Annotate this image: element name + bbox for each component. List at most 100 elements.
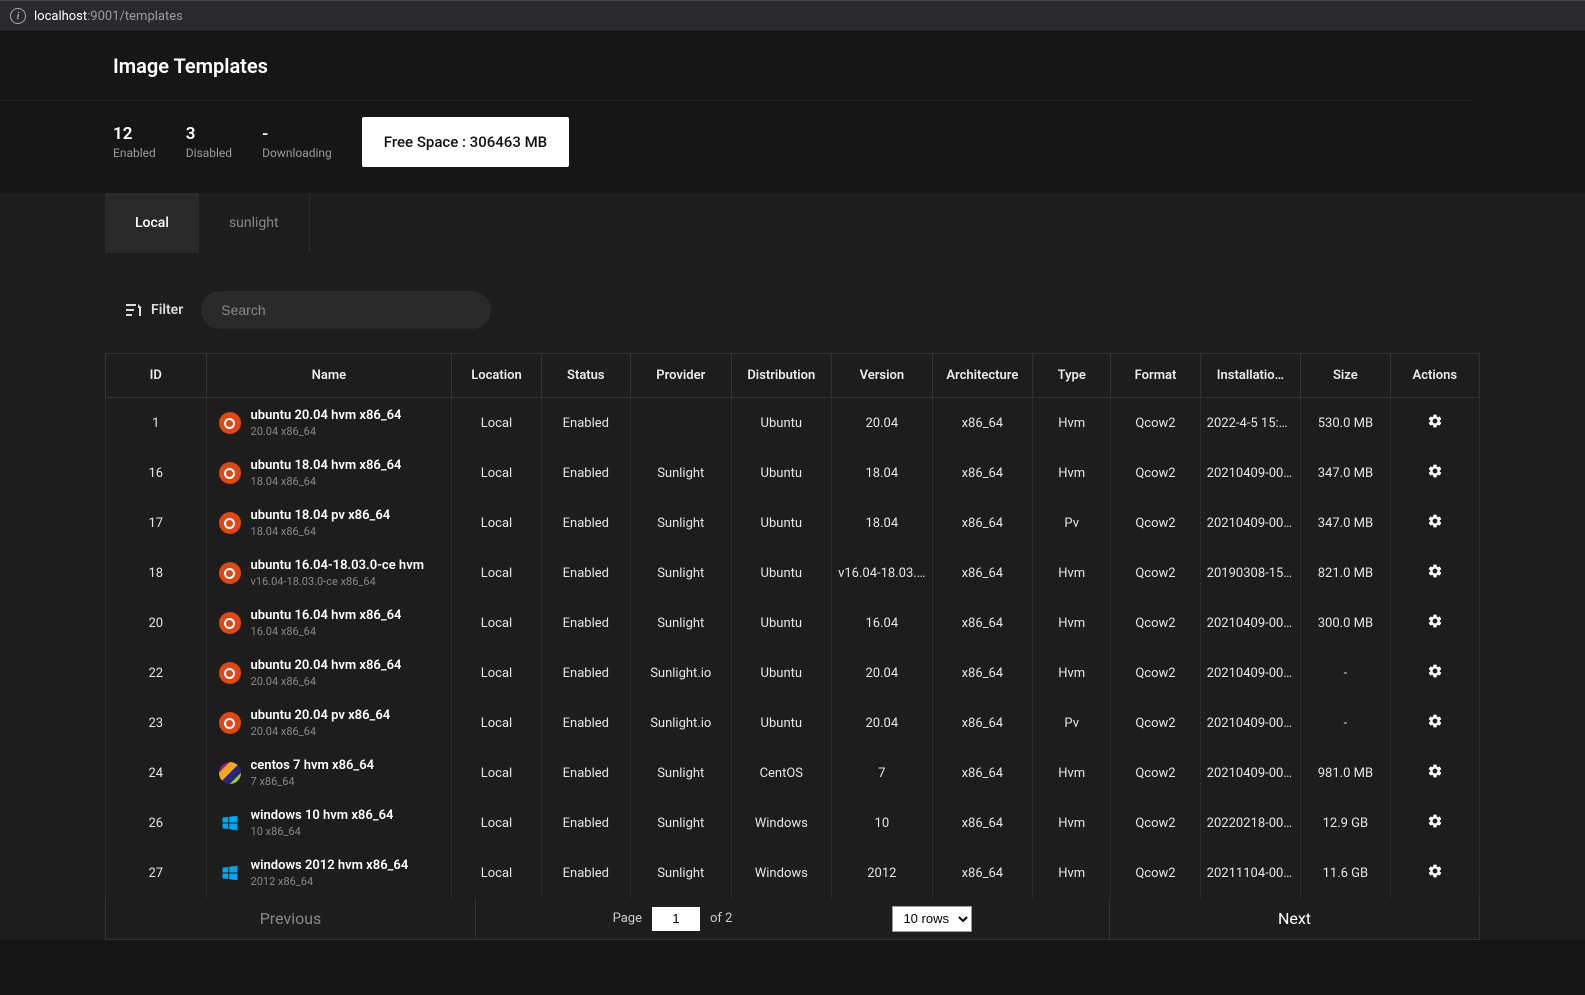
- cell-location: Local: [452, 598, 541, 648]
- cell-architecture: x86_64: [932, 848, 1033, 898]
- cell-architecture: x86_64: [932, 598, 1033, 648]
- col-version[interactable]: Version: [832, 354, 933, 398]
- name-primary: ubuntu 16.04 hvm x86_64: [251, 608, 402, 623]
- gear-icon[interactable]: [1427, 463, 1443, 479]
- gear-icon[interactable]: [1427, 513, 1443, 529]
- cell-distribution: Windows: [731, 848, 832, 898]
- gear-icon[interactable]: [1427, 613, 1443, 629]
- cell-location: Local: [452, 548, 541, 598]
- cell-name: ubuntu 20.04 hvm x86_6420.04 x86_64: [206, 398, 452, 449]
- info-icon: i: [10, 8, 26, 24]
- pagination-next[interactable]: Next: [1109, 898, 1479, 939]
- stat-disabled: 3 Disabled: [186, 124, 232, 160]
- cell-name: ubuntu 20.04 pv x86_6420.04 x86_64: [206, 698, 452, 748]
- name-secondary: v16.04-18.03.0-ce x86_64: [251, 575, 424, 588]
- cell-distribution: Windows: [731, 798, 832, 848]
- cell-id: 23: [106, 698, 207, 748]
- cell-id: 16: [106, 448, 207, 498]
- col-architecture[interactable]: Architecture: [932, 354, 1033, 398]
- col-distribution[interactable]: Distribution: [731, 354, 832, 398]
- gear-icon[interactable]: [1427, 863, 1443, 879]
- cell-name: ubuntu 20.04 hvm x86_6420.04 x86_64: [206, 648, 452, 698]
- cell-installation: 20190308-15071: [1200, 548, 1301, 598]
- cell-size: 12.9 GB: [1301, 798, 1390, 848]
- gear-icon[interactable]: [1427, 663, 1443, 679]
- cell-status: Enabled: [541, 448, 630, 498]
- cell-id: 24: [106, 748, 207, 798]
- cell-status: Enabled: [541, 698, 630, 748]
- col-type[interactable]: Type: [1033, 354, 1111, 398]
- pagination: Previous Page of 2 10 rows Next: [105, 898, 1480, 940]
- col-size[interactable]: Size: [1301, 354, 1390, 398]
- name-secondary: 20.04 x86_64: [251, 675, 402, 688]
- cell-format: Qcow2: [1111, 798, 1200, 848]
- cell-size: 530.0 MB: [1301, 398, 1390, 449]
- browser-url-bar[interactable]: i localhost:9001/templates: [0, 0, 1585, 32]
- table-row: 1ubuntu 20.04 hvm x86_6420.04 x86_64Loca…: [106, 398, 1480, 449]
- col-location[interactable]: Location: [452, 354, 541, 398]
- col-format[interactable]: Format: [1111, 354, 1200, 398]
- col-name[interactable]: Name: [206, 354, 452, 398]
- cell-format: Qcow2: [1111, 648, 1200, 698]
- cell-format: Qcow2: [1111, 548, 1200, 598]
- tab-sunlight[interactable]: sunlight: [199, 193, 310, 253]
- cell-location: Local: [452, 698, 541, 748]
- os-logo-icon: [219, 712, 241, 734]
- cell-actions: [1390, 598, 1479, 648]
- cell-type: Hvm: [1033, 798, 1111, 848]
- gear-icon[interactable]: [1427, 413, 1443, 429]
- table-row: 20ubuntu 16.04 hvm x86_6416.04 x86_64Loc…: [106, 598, 1480, 648]
- gear-icon[interactable]: [1427, 563, 1443, 579]
- col-installation[interactable]: Installatio…: [1200, 354, 1301, 398]
- cell-status: Enabled: [541, 548, 630, 598]
- cell-name: ubuntu 16.04-18.03.0-ce hvm v16.04-18.03.…: [206, 548, 452, 598]
- cell-type: Hvm: [1033, 598, 1111, 648]
- name-primary: windows 10 hvm x86_64: [251, 808, 394, 823]
- cell-location: Local: [452, 448, 541, 498]
- cell-format: Qcow2: [1111, 398, 1200, 449]
- filter-button[interactable]: Filter: [125, 302, 183, 318]
- name-primary: ubuntu 16.04-18.03.0-ce hvm: [251, 558, 424, 573]
- cell-actions: [1390, 798, 1479, 848]
- gear-icon[interactable]: [1427, 713, 1443, 729]
- cell-id: 20: [106, 598, 207, 648]
- gear-icon[interactable]: [1427, 763, 1443, 779]
- cell-provider: Sunlight: [631, 798, 732, 848]
- cell-architecture: x86_64: [932, 498, 1033, 548]
- cell-format: Qcow2: [1111, 498, 1200, 548]
- col-status[interactable]: Status: [541, 354, 630, 398]
- cell-installation: 2022-4-5 15:34:1: [1200, 398, 1301, 449]
- cell-version: 20.04: [832, 698, 933, 748]
- url-port: :9001: [87, 9, 119, 24]
- os-logo-icon: [219, 612, 241, 634]
- os-logo-icon: [219, 512, 241, 534]
- cell-location: Local: [452, 848, 541, 898]
- cell-status: Enabled: [541, 398, 630, 449]
- col-actions[interactable]: Actions: [1390, 354, 1479, 398]
- cell-distribution: Ubuntu: [731, 698, 832, 748]
- gear-icon[interactable]: [1427, 813, 1443, 829]
- cell-installation: 20220218-00000: [1200, 798, 1301, 848]
- cell-architecture: x86_64: [932, 698, 1033, 748]
- cell-architecture: x86_64: [932, 548, 1033, 598]
- stat-enabled: 12 Enabled: [113, 124, 156, 160]
- cell-format: Qcow2: [1111, 448, 1200, 498]
- col-provider[interactable]: Provider: [631, 354, 732, 398]
- cell-size: 981.0 MB: [1301, 748, 1390, 798]
- cell-size: 300.0 MB: [1301, 598, 1390, 648]
- pagination-page-of: of 2: [710, 911, 732, 926]
- cell-format: Qcow2: [1111, 698, 1200, 748]
- pagination-previous[interactable]: Previous: [106, 898, 476, 939]
- pagination-page-input[interactable]: [652, 907, 700, 931]
- table-row: 27windows 2012 hvm x86_642012 x86_64Loca…: [106, 848, 1480, 898]
- search-input[interactable]: [201, 291, 491, 329]
- cell-actions: [1390, 448, 1479, 498]
- pagination-rows-select[interactable]: 10 rows: [892, 906, 972, 932]
- cell-provider: Sunlight.io: [631, 648, 732, 698]
- cell-id: 17: [106, 498, 207, 548]
- col-id[interactable]: ID: [106, 354, 207, 398]
- cell-architecture: x86_64: [932, 448, 1033, 498]
- cell-version: 18.04: [832, 498, 933, 548]
- cell-location: Local: [452, 398, 541, 449]
- tab-local[interactable]: Local: [105, 193, 199, 253]
